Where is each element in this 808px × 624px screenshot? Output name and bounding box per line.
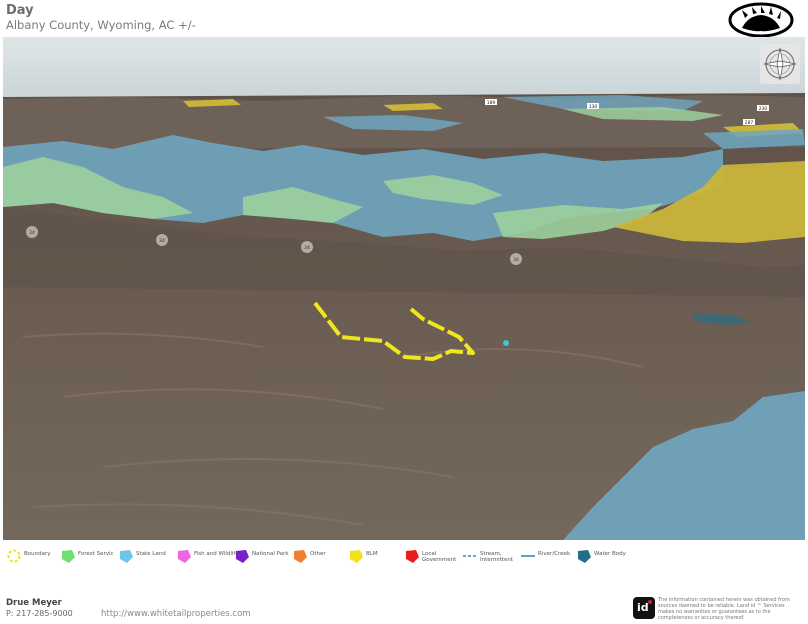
map-subtitle: Albany County, Wyoming, AC +/-: [6, 18, 196, 32]
bear-paw-logo-icon: [728, 2, 794, 38]
agent-name: Drue Meyer: [6, 598, 62, 608]
legend-label: Water Body: [594, 551, 626, 557]
road-badge: 287: [743, 119, 755, 126]
svg-text:34: 34: [159, 238, 165, 244]
svg-text:230: 230: [759, 106, 768, 112]
polygon-icon: [62, 550, 75, 563]
svg-text:34: 34: [513, 257, 519, 263]
polygon-icon: [294, 550, 307, 563]
land-id-logo-icon: id: [633, 597, 655, 619]
svg-text:287: 287: [745, 120, 754, 126]
sky: [3, 37, 805, 101]
road-badge: 130: [587, 103, 599, 110]
road-badge: 230: [757, 105, 769, 112]
polygon-icon: [350, 550, 363, 563]
polygon-icon: [578, 550, 591, 563]
terrain-map[interactable]: 189 130 287 230 34 34 34 34: [3, 37, 805, 540]
polygon-icon: [236, 550, 249, 563]
legend: Boundary Forest Servic State Land Fish a…: [6, 546, 806, 566]
website-link[interactable]: http://www.whitetailproperties.com: [101, 609, 251, 619]
svg-text:189: 189: [487, 100, 496, 106]
compass-icon[interactable]: [760, 44, 800, 84]
road-badge: 189: [485, 99, 497, 106]
road-shield: 34: [156, 234, 168, 246]
polygon-icon: [120, 550, 133, 563]
map-title: Day: [6, 3, 34, 18]
polygon-icon: [178, 550, 191, 563]
disclaimer-text: The information contained herein was obt…: [658, 597, 790, 621]
road-shield: 34: [301, 241, 313, 253]
svg-text:34: 34: [29, 230, 35, 236]
svg-text:34: 34: [304, 245, 310, 251]
property-marker[interactable]: [503, 340, 509, 346]
road-shield: 34: [510, 253, 522, 265]
dashed-line-icon: [463, 555, 477, 557]
road-shield: 34: [26, 226, 38, 238]
agent-phone: P: 217-285-9000: [6, 609, 73, 618]
polygon-icon: [406, 550, 419, 563]
line-icon: [521, 555, 535, 557]
dashed-circle-icon: [7, 549, 21, 563]
svg-text:130: 130: [589, 104, 598, 110]
